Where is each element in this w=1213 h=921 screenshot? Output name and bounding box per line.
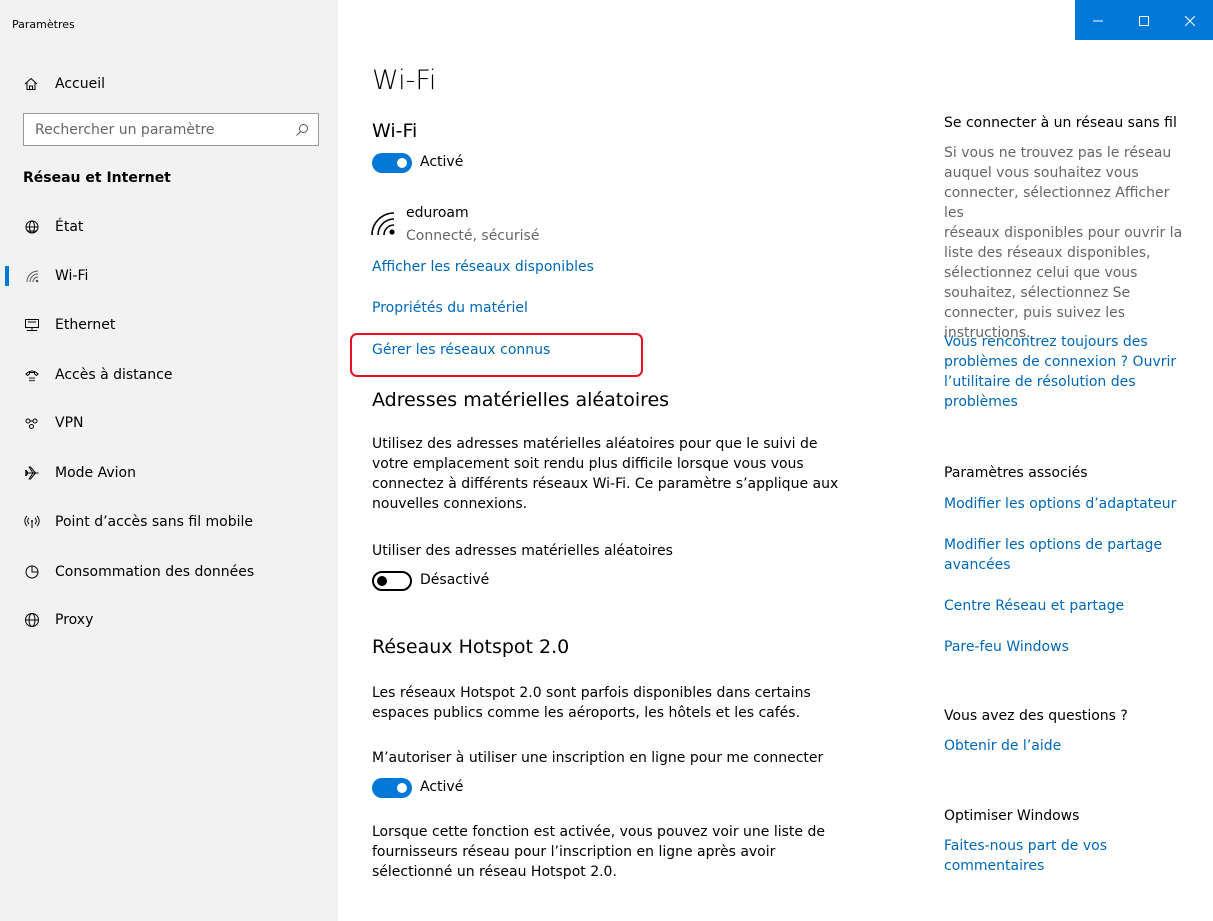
sidebar-item-label: Consommation des données xyxy=(55,564,255,580)
connect-heading: Se connecter à un réseau sans fil xyxy=(944,115,1177,131)
search-input[interactable] xyxy=(35,114,275,145)
search-box[interactable] xyxy=(23,113,319,146)
questions-heading: Vous avez des questions ? xyxy=(944,708,1128,724)
random-address-toggle[interactable] xyxy=(372,571,412,591)
sidebar-item-label: Accès à distance xyxy=(55,367,173,383)
close-button[interactable] xyxy=(1167,0,1213,40)
hardware-properties-link[interactable]: Propriétés du matériel xyxy=(372,300,528,316)
wifi-heading: Wi-Fi xyxy=(372,120,418,142)
ethernet-icon xyxy=(24,317,40,333)
sidebar-item-mode-avion[interactable]: Mode Avion xyxy=(0,453,338,493)
random-address-toggle-label: Désactivé xyxy=(420,572,490,588)
sidebar-item-point-acces[interactable]: Point d’accès sans fil mobile xyxy=(0,502,338,542)
hotspot-toggle[interactable] xyxy=(372,778,412,798)
connect-description: Si vous ne trouvez pas le réseau auquel … xyxy=(944,145,1183,341)
wifi-signal-icon xyxy=(370,209,398,237)
optimize-heading: Optimiser Windows xyxy=(944,808,1080,824)
minimize-button[interactable] xyxy=(1075,0,1121,40)
sidebar-item-label: VPN xyxy=(55,415,84,431)
sidebar: Paramètres Accueil Réseau et Internet Ét… xyxy=(0,0,338,921)
hotspot-toggle-label: Activé xyxy=(420,779,464,795)
manage-known-networks-link[interactable]: Gérer les réseaux connus xyxy=(372,342,550,358)
maximize-button[interactable] xyxy=(1121,0,1167,40)
hotspot-icon xyxy=(24,514,40,530)
globe-status-icon xyxy=(24,219,40,235)
sidebar-item-label: Wi-Fi xyxy=(55,268,89,284)
search-icon[interactable] xyxy=(295,122,309,136)
maximize-icon xyxy=(1139,11,1149,30)
dialup-icon xyxy=(24,367,40,383)
firewall-link[interactable]: Pare-feu Windows xyxy=(944,637,1189,657)
troubleshoot-link[interactable]: Vous rencontrez toujours des problèmes d… xyxy=(944,332,1189,412)
hotspot-heading: Réseaux Hotspot 2.0 xyxy=(372,636,570,658)
proxy-globe-icon xyxy=(24,612,40,628)
sidebar-item-proxy[interactable]: Proxy xyxy=(0,600,338,640)
sidebar-item-acces-distance[interactable]: Accès à distance xyxy=(0,355,338,395)
sidebar-item-label: Point d’accès sans fil mobile xyxy=(55,514,254,530)
sidebar-item-label: Proxy xyxy=(55,612,94,628)
airplane-icon xyxy=(24,465,40,481)
window-title: Paramètres xyxy=(12,18,75,31)
sidebar-item-label: Ethernet xyxy=(55,317,116,333)
wifi-toggle[interactable] xyxy=(372,153,412,173)
minimize-icon xyxy=(1093,11,1103,30)
random-address-heading: Adresses matérielles aléatoires xyxy=(372,389,670,411)
nav-home[interactable]: Accueil xyxy=(24,73,105,95)
random-address-description: Utilisez des adresses matérielles aléato… xyxy=(372,436,839,512)
home-icon xyxy=(24,77,38,91)
sidebar-item-vpn[interactable]: VPN xyxy=(0,403,338,443)
wifi-icon xyxy=(24,268,40,284)
sidebar-section-title: Réseau et Internet xyxy=(23,170,171,186)
sidebar-item-etat[interactable]: État xyxy=(0,207,338,247)
hotspot-note: Lorsque cette fonction est activée, vous… xyxy=(372,824,825,880)
network-name[interactable]: eduroam xyxy=(406,205,469,221)
sidebar-item-label: Mode Avion xyxy=(55,465,136,481)
data-usage-icon xyxy=(24,564,40,580)
get-help-link[interactable]: Obtenir de l’aide xyxy=(944,736,1189,756)
random-address-setting-label: Utiliser des adresses matérielles aléato… xyxy=(372,543,673,559)
related-settings-heading: Paramètres associés xyxy=(944,465,1088,481)
page-title: Wi-Fi xyxy=(372,65,437,96)
wifi-toggle-label: Activé xyxy=(420,154,464,170)
network-status: Connecté, sécurisé xyxy=(406,228,540,244)
network-center-link[interactable]: Centre Réseau et partage xyxy=(944,596,1189,616)
vpn-icon xyxy=(24,415,40,431)
feedback-link[interactable]: Faites-nous part de vos commentaires xyxy=(944,836,1189,876)
sidebar-item-label: État xyxy=(55,219,84,235)
sidebar-item-ethernet[interactable]: Ethernet xyxy=(0,305,338,345)
adapter-options-link[interactable]: Modifier les options d’adaptateur xyxy=(944,494,1189,514)
close-icon xyxy=(1184,11,1196,30)
sharing-options-link[interactable]: Modifier les options de partage avancées xyxy=(944,535,1189,575)
show-networks-link[interactable]: Afficher les réseaux disponibles xyxy=(372,259,594,275)
sidebar-item-consommation[interactable]: Consommation des données xyxy=(0,552,338,592)
hotspot-setting-label: M’autoriser à utiliser une inscription e… xyxy=(372,750,824,766)
sidebar-item-wifi[interactable]: Wi-Fi xyxy=(0,256,338,296)
hotspot-description: Les réseaux Hotspot 2.0 sont parfois dis… xyxy=(372,685,811,721)
nav-home-label: Accueil xyxy=(55,76,105,92)
